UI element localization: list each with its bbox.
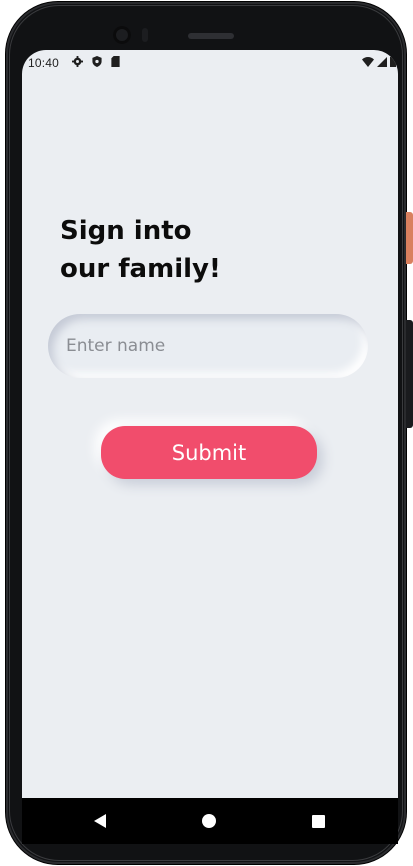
battery-icon	[390, 56, 396, 70]
gear-icon	[72, 56, 83, 70]
submit-button[interactable]: Submit	[101, 426, 317, 479]
sd-card-icon	[111, 56, 120, 70]
recents-icon[interactable]	[298, 798, 338, 844]
home-icon[interactable]	[189, 798, 229, 844]
system-nav-bar	[22, 798, 398, 844]
app-screen: 10:40 Sign into our family! Enter name S…	[22, 50, 398, 798]
title-line-1: Sign into	[60, 216, 192, 246]
status-icons-right	[362, 56, 396, 70]
page-title: Sign into our family!	[60, 212, 360, 288]
status-icons-left	[72, 56, 120, 70]
camera-icon	[113, 26, 131, 44]
shield-icon	[92, 56, 102, 70]
power-button[interactable]	[406, 212, 413, 264]
status-bar: 10:40	[22, 50, 398, 76]
signal-icon	[377, 56, 387, 70]
name-input[interactable]	[48, 314, 368, 378]
volume-button[interactable]	[406, 320, 413, 428]
speaker-grille	[188, 33, 234, 39]
back-icon[interactable]	[80, 798, 120, 844]
title-line-2: our family!	[60, 254, 221, 284]
wifi-icon	[362, 56, 374, 70]
status-time: 10:40	[28, 56, 60, 70]
sensor-icon	[142, 28, 148, 42]
